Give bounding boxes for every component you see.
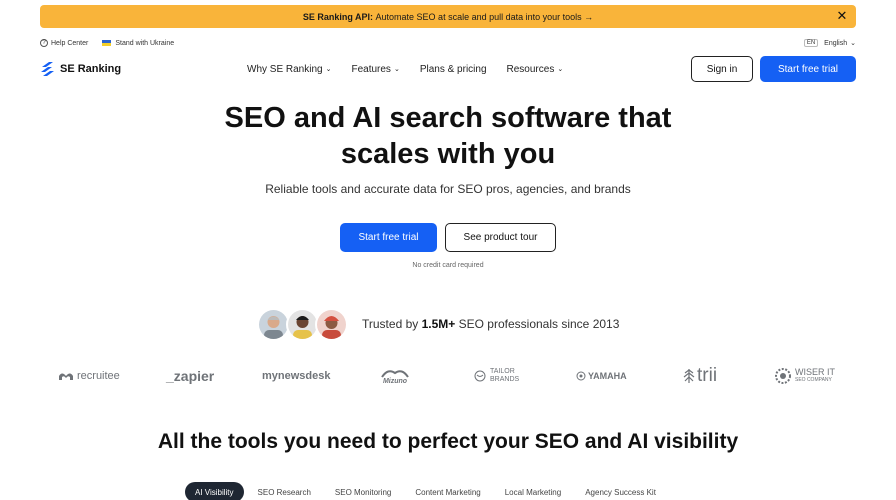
promo-banner[interactable]: SE Ranking API: Automate SEO at scale an… — [40, 5, 856, 28]
nav-item-why[interactable]: Why SE Ranking ⌄ — [247, 64, 331, 75]
nav-start-trial-button[interactable]: Start free trial — [760, 56, 856, 82]
mynewsdesk-logo: mynewsdesk — [262, 370, 331, 382]
nav-menu: Why SE Ranking ⌄ Features ⌄ Plans & pricin… — [247, 56, 583, 82]
language-selector[interactable]: EN English ⌄ — [803, 39, 856, 47]
hero-start-trial-button[interactable]: Start free trial — [340, 223, 437, 252]
wiser-it-logo: WISER IT SEO COMPANY — [774, 364, 835, 388]
chevron-down-icon: ⌄ — [557, 66, 564, 73]
utility-bar: ? Help Center Stand with Ukraine EN Engl… — [40, 37, 856, 49]
tab-seo-research[interactable]: SEO Research — [248, 482, 321, 500]
yamaha-logo: YAMAHA — [576, 364, 627, 388]
ukraine-link[interactable]: Stand with Ukraine — [102, 40, 174, 47]
tab-seo-monitoring[interactable]: SEO Monitoring — [325, 482, 401, 500]
no-credit-card-note: No credit card required — [412, 262, 484, 269]
trusted-text: Trusted by 1.5M+ SEO professionals since… — [362, 317, 620, 331]
nav-item-pricing[interactable]: Plans & pricing — [420, 64, 487, 75]
trii-logo: trii — [683, 364, 717, 388]
main-nav: SE Ranking Why SE Ranking ⌄ Features ⌄ Pla… — [40, 56, 856, 82]
avatar — [315, 308, 348, 341]
language-code: EN — [803, 39, 819, 47]
language-label: English — [824, 39, 848, 47]
tab-agency-success-kit[interactable]: Agency Success Kit — [575, 482, 666, 500]
tailor-brands-logo: TAILOR BRANDS — [474, 364, 519, 388]
nav-item-features[interactable]: Features ⌄ — [351, 64, 399, 75]
tab-content-marketing[interactable]: Content Marketing — [405, 482, 490, 500]
close-icon[interactable]: ✕ — [834, 8, 850, 24]
banner-text[interactable]: SE Ranking API: Automate SEO at scale an… — [303, 12, 593, 22]
zapier-logo: _zapier — [166, 368, 215, 384]
help-center-link[interactable]: ? Help Center — [40, 39, 88, 47]
tab-local-marketing[interactable]: Local Marketing — [495, 482, 571, 500]
tools-heading: All the tools you need to perfect your S… — [157, 430, 739, 453]
mizuno-logo: Mizuno — [380, 364, 410, 388]
question-icon: ? — [40, 39, 48, 47]
client-logos: recruitee _zapier mynewsdesk Mizuno TAIL… — [56, 364, 844, 388]
se-ranking-logo-icon — [41, 62, 54, 76]
tools-tabs: AI Visibility SEO Research SEO Monitorin… — [185, 482, 670, 500]
tab-ai-visibility[interactable]: AI Visibility — [185, 482, 244, 500]
recruitee-logo: recruitee — [58, 364, 120, 388]
hero-title: SEO and AI search software that scales w… — [224, 102, 672, 170]
logo[interactable]: SE Ranking — [40, 61, 121, 77]
chevron-down-icon: ⌄ — [325, 66, 332, 73]
nav-item-resources[interactable]: Resources ⌄ — [507, 64, 564, 75]
chevron-down-icon: ⌄ — [850, 40, 856, 47]
product-tour-button[interactable]: See product tour — [445, 223, 556, 252]
ukraine-flag-icon — [102, 40, 112, 46]
avatar-group — [257, 308, 348, 341]
sign-in-button[interactable]: Sign in — [691, 56, 753, 82]
hero-subtitle: Reliable tools and accurate data for SEO… — [265, 182, 631, 196]
chevron-down-icon: ⌄ — [393, 66, 400, 73]
